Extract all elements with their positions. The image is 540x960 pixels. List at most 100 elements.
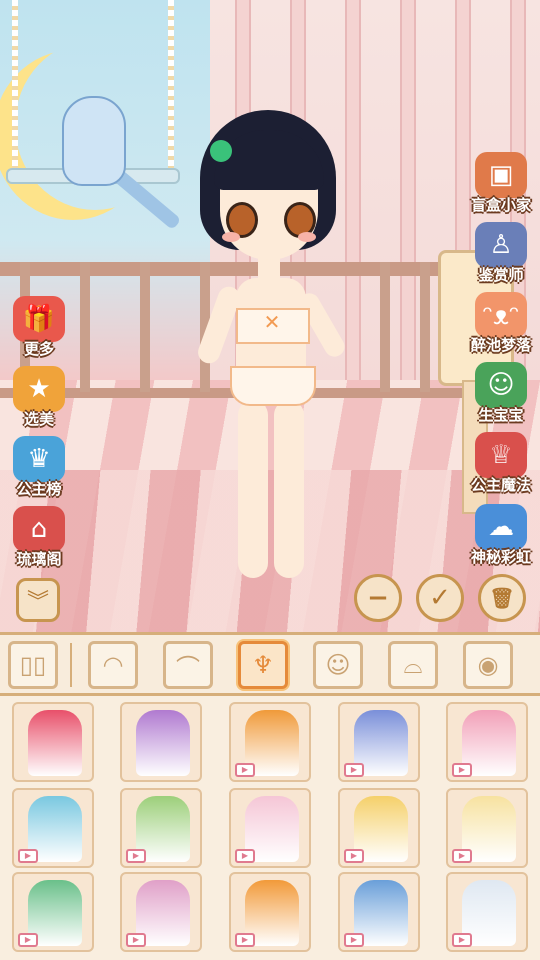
character-underwear: [230, 366, 316, 406]
video-ad-icon: ▶: [452, 849, 472, 863]
outfit-item[interactable]: ▶: [120, 872, 202, 952]
mystery-rainbow-button[interactable]: ☁ 神秘彩虹: [466, 504, 536, 567]
video-ad-icon: ▶: [235, 763, 255, 777]
video-ad-icon: ▶: [126, 933, 146, 947]
character-neck: [258, 258, 280, 280]
collapse-button[interactable]: ︾: [16, 578, 60, 622]
confirm-button[interactable]: ✓: [416, 574, 464, 622]
video-ad-icon: ▶: [344, 849, 364, 863]
video-ad-icon: ▶: [18, 849, 38, 863]
bangs-icon: ◠: [102, 651, 124, 679]
blind-box-label: 盲盒小家: [470, 196, 531, 214]
dress-icon: ♆: [252, 651, 274, 679]
tab-divider: [70, 643, 72, 687]
princess-magic-button[interactable]: ♕ 公主魔法: [466, 432, 536, 495]
headband-icon: ⌓: [403, 651, 423, 679]
tab-face[interactable]: ☺: [313, 641, 363, 689]
podium-icon: ♛: [13, 436, 65, 482]
blind-box-icon: ▣: [475, 152, 527, 198]
princess-magic-label: 公主魔法: [470, 476, 531, 494]
swing-rope: [12, 0, 18, 172]
video-ad-icon: ▶: [18, 933, 38, 947]
more-label: 更多: [23, 340, 54, 358]
dream-pool-button[interactable]: ᵔᴥᵔ 醉池梦落: [466, 292, 536, 355]
face-icon: ☺: [325, 651, 351, 679]
princess-ranking-button[interactable]: ♛ 公主榜: [4, 436, 74, 499]
outfit-item[interactable]: ▶: [229, 702, 311, 782]
tab-baby-face[interactable]: ◉: [463, 641, 513, 689]
outfit-item[interactable]: ▶: [338, 872, 420, 952]
tab-headband[interactable]: ⌓: [388, 641, 438, 689]
video-ad-icon: ▶: [235, 933, 255, 947]
outfit-item[interactable]: [120, 702, 202, 782]
glass-pavilion-button[interactable]: ⌂ 琉璃阁: [4, 506, 74, 569]
outfit-item[interactable]: ▶: [446, 702, 528, 782]
baby-face-icon: ◉: [477, 651, 499, 679]
parrot: [62, 96, 126, 186]
outfit-item[interactable]: ▶: [12, 788, 94, 868]
outfit-item[interactable]: ▶: [446, 872, 528, 952]
tab-hair-back[interactable]: ⌒: [163, 641, 213, 689]
outfit-item[interactable]: ▶: [338, 702, 420, 782]
mystery-rainbow-label: 神秘彩虹: [470, 548, 531, 566]
beauty-contest-button[interactable]: ★ 选美: [4, 366, 74, 429]
appraiser-button[interactable]: ♙ 鉴赏师: [466, 222, 536, 285]
have-baby-button[interactable]: ☺ 生宝宝: [466, 362, 536, 425]
character-blush: [298, 232, 316, 242]
video-ad-icon: ▶: [126, 849, 146, 863]
trash-button[interactable]: 🗑: [478, 574, 526, 622]
video-ad-icon: ▶: [452, 763, 472, 777]
outfit-item[interactable]: ▶: [446, 788, 528, 868]
character-blush: [222, 232, 240, 242]
outfit-item[interactable]: ▶: [12, 872, 94, 952]
character-leg: [274, 400, 304, 578]
baby-icon: ☺: [475, 362, 527, 408]
swing-rope: [168, 0, 174, 172]
mannequin-icon: ♙: [475, 222, 527, 268]
dream-pool-label: 醉池梦落: [470, 336, 531, 354]
more-button[interactable]: 🎁 更多: [4, 296, 74, 359]
game-scene: ✕ 🎁 更多 ★ 选美 ♛ 公主榜 ⌂ 琉璃阁 ▣ 盲盒小家 ♙ 鉴赏师 ᵔᴥᵔ…: [0, 0, 540, 632]
trash-icon: 🗑: [489, 586, 515, 610]
pavilion-icon: ⌂: [13, 506, 65, 552]
wardrobe-icon: ▯▯: [19, 651, 47, 679]
outfit-grid: ▶ ▶ ▶ ▶ ▶ ▶ ▶ ▶ ▶ ▶ ▶ ▶ ▶: [0, 696, 540, 960]
rainbow-icon: ☁: [475, 504, 527, 550]
hair-back-icon: ⌒: [176, 653, 200, 682]
hair-clip-icon: [210, 140, 232, 162]
outfit-item[interactable]: ▶: [120, 788, 202, 868]
dress-thumbnail: [28, 710, 82, 776]
character-leg: [238, 400, 268, 578]
video-ad-icon: ▶: [235, 849, 255, 863]
chevrons-down-icon: ︾: [26, 590, 49, 615]
beauty-contest-label: 选美: [23, 410, 54, 428]
tab-bangs[interactable]: ◠: [88, 641, 138, 689]
rail-post: [380, 262, 390, 392]
dress-thumbnail: [136, 710, 190, 776]
remove-button[interactable]: −: [354, 574, 402, 622]
blind-box-button[interactable]: ▣ 盲盒小家: [466, 152, 536, 215]
top-bow-icon: ✕: [263, 310, 281, 334]
category-tab-bar: ▯▯ ◠ ⌒ ♆ ☺ ⌓ ◉: [0, 632, 540, 696]
fan-star-icon: ★: [13, 366, 65, 412]
doll-character[interactable]: ✕: [194, 110, 350, 580]
rail-post: [420, 262, 430, 392]
check-icon: ✓: [429, 583, 451, 613]
outfit-item[interactable]: ▶: [229, 788, 311, 868]
gift-box-icon: 🎁: [13, 296, 65, 342]
tab-dress[interactable]: ♆: [238, 641, 288, 689]
princess-ranking-label: 公主榜: [16, 480, 62, 498]
minus-icon: −: [367, 583, 389, 613]
video-ad-icon: ▶: [344, 933, 364, 947]
tab-wardrobe[interactable]: ▯▯: [8, 641, 58, 689]
crown-girl-icon: ♕: [475, 432, 527, 478]
rail-post: [140, 262, 150, 392]
video-ad-icon: ▶: [344, 763, 364, 777]
appraiser-label: 鉴赏师: [478, 266, 524, 284]
outfit-item[interactable]: [12, 702, 94, 782]
have-baby-label: 生宝宝: [478, 406, 524, 424]
outfit-item[interactable]: ▶: [338, 788, 420, 868]
glass-pavilion-label: 琉璃阁: [16, 550, 62, 568]
outfit-item[interactable]: ▶: [229, 872, 311, 952]
video-ad-icon: ▶: [452, 933, 472, 947]
